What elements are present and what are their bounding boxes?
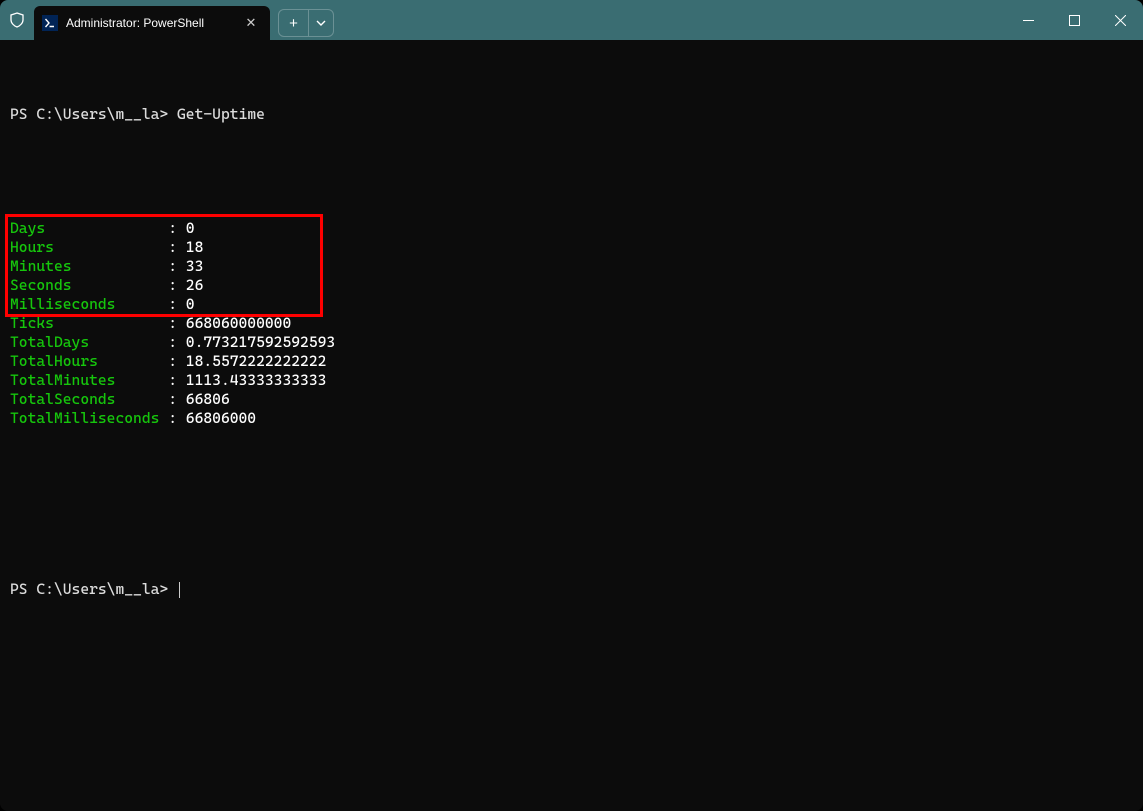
maximize-button[interactable] [1051,0,1097,40]
property-value: 66806000 [186,409,256,427]
colon: : [168,219,186,237]
output-row: TotalMinutes: 1113.43333333333 [10,371,1133,390]
minimize-button[interactable] [1005,0,1051,40]
colon: : [168,314,186,332]
blank-line [10,162,1133,181]
property-name: Days [10,219,168,238]
property-name: TotalDays [10,333,168,352]
tab-title: Administrator: PowerShell [66,16,234,30]
powershell-icon [42,15,58,31]
property-value: 18.5572222222222 [186,352,327,370]
output-row: Hours: 18 [10,238,1133,257]
colon: : [168,295,186,313]
property-value: 66806 [186,390,230,408]
title-bar[interactable]: Administrator: PowerShell ✕ + [0,0,1143,40]
property-name: Ticks [10,314,168,333]
property-name: Hours [10,238,168,257]
close-button[interactable] [1097,0,1143,40]
tab-powershell[interactable]: Administrator: PowerShell ✕ [34,6,270,40]
property-name: Milliseconds [10,295,168,314]
colon: : [168,409,186,427]
output-row: Milliseconds: 0 [10,295,1133,314]
prompt-prefix: PS [10,580,36,598]
output-row: Days: 0 [10,219,1133,238]
command-text: Get-Uptime [177,105,265,123]
property-name: TotalHours [10,352,168,371]
output-row: TotalDays: 0.773217592592593 [10,333,1133,352]
tab-close-button[interactable]: ✕ [242,14,260,32]
new-tab-button[interactable]: + [279,9,309,37]
new-tab-dropdown[interactable] [309,9,333,37]
property-value: 33 [186,257,204,275]
colon: : [168,257,186,275]
shield-icon [0,0,34,40]
property-value: 0 [186,295,195,313]
colon: : [168,333,186,351]
output-row: Seconds: 26 [10,276,1133,295]
property-value: 1113.43333333333 [186,371,327,389]
property-value: 0.773217592592593 [186,333,335,351]
terminal-body[interactable]: PS C:\Users\m__la> Get-Uptime Days: 0Hou… [0,40,1143,811]
prompt-line-1: PS C:\Users\m__la> Get-Uptime [10,105,1133,124]
colon: : [168,276,186,294]
colon: : [168,352,186,370]
prompt-line-2: PS C:\Users\m__la> [10,580,1133,599]
prompt-path: C:\Users\m__la> [36,105,168,123]
property-name: TotalSeconds [10,390,168,409]
property-value: 0 [186,219,195,237]
cursor [179,582,180,598]
output-row: TotalSeconds: 66806 [10,390,1133,409]
property-name: TotalMinutes [10,371,168,390]
property-value: 668060000000 [186,314,291,332]
prompt-path: C:\Users\m__la> [36,580,168,598]
colon: : [168,371,186,389]
colon: : [168,238,186,256]
output-row: Ticks: 668060000000 [10,314,1133,333]
output-row: Minutes: 33 [10,257,1133,276]
property-value: 26 [186,276,204,294]
property-name: TotalMilliseconds [10,409,168,428]
prompt-prefix: PS [10,105,36,123]
property-name: Minutes [10,257,168,276]
output-row: TotalHours: 18.5572222222222 [10,352,1133,371]
property-value: 18 [186,238,204,256]
colon: : [168,390,186,408]
new-tab-group: + [278,9,334,37]
terminal-window: Administrator: PowerShell ✕ + PS C:\User… [0,0,1143,811]
blank-line [10,466,1133,485]
property-name: Seconds [10,276,168,295]
output-row: TotalMilliseconds: 66806000 [10,409,1133,428]
window-controls [1005,0,1143,40]
blank-line [10,523,1133,542]
